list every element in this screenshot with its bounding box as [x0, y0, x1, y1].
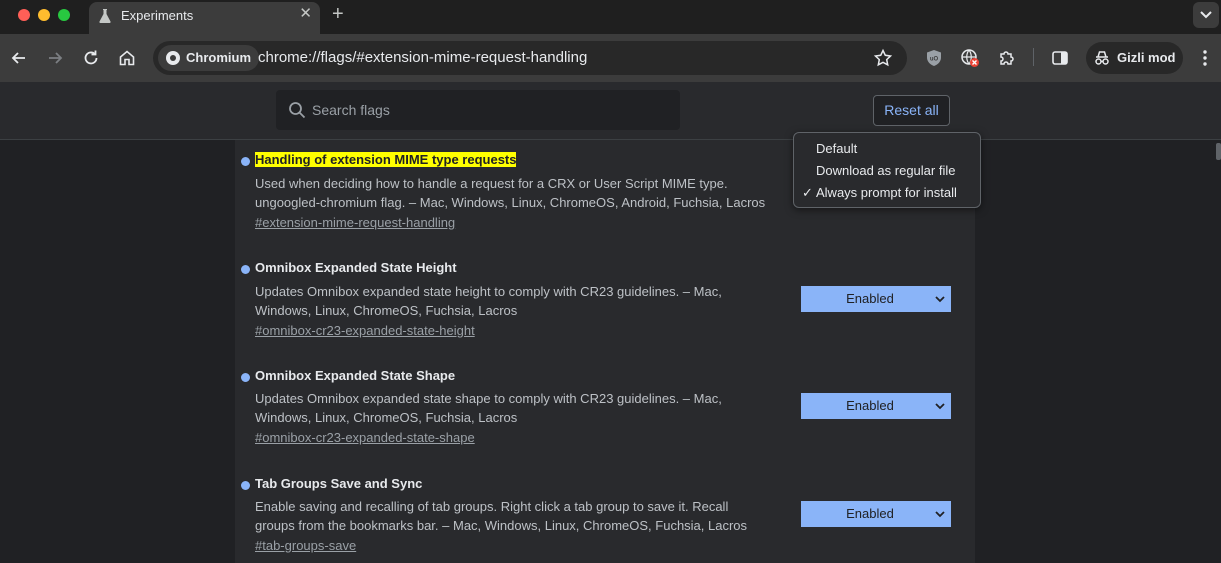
experiment-link[interactable]: #tab-groups-save	[255, 538, 356, 553]
svg-text:uO: uO	[930, 57, 939, 63]
experiment-description-line: Enable saving and recalling of tab group…	[255, 499, 729, 514]
dropdown-option-default[interactable]: Default	[816, 141, 857, 156]
incognito-label: Gizli mod	[1117, 50, 1176, 65]
dropdown-option-download[interactable]: Download as regular file	[816, 163, 955, 178]
experiment-link[interactable]: #omnibox-cr23-expanded-state-shape	[255, 430, 475, 445]
incognito-icon	[1095, 51, 1109, 65]
close-window-button[interactable]	[18, 9, 30, 21]
experiment-description: Updates Omnibox expanded state shape to …	[255, 389, 795, 427]
experiment-select[interactable]: Enabled	[801, 286, 951, 312]
reset-all-button[interactable]: Reset all	[873, 95, 950, 126]
experiment-description-line: ungoogled-chromium flag. – Mac, Windows,…	[255, 195, 766, 210]
flask-icon	[99, 9, 111, 23]
select-value: Enabled	[846, 506, 894, 521]
puzzle-icon[interactable]	[997, 48, 1017, 68]
unsupported-dot	[241, 481, 250, 490]
ublock-shield-icon[interactable]: uO	[924, 48, 944, 68]
unsupported-dot	[241, 373, 250, 382]
experiment-description: Used when deciding how to handle a reque…	[255, 174, 815, 212]
reload-icon[interactable]	[81, 48, 101, 68]
experiment-description: Updates Omnibox expanded state height to…	[255, 282, 795, 320]
home-icon[interactable]	[117, 48, 137, 68]
experiment-title: Omnibox Expanded State Shape	[255, 368, 456, 383]
toolbar-separator	[1033, 48, 1034, 66]
flags-header: Reset all	[0, 82, 1221, 140]
back-arrow-icon[interactable]	[9, 48, 29, 68]
experiment-title: Omnibox Expanded State Height	[255, 260, 457, 275]
minimize-window-button[interactable]	[38, 9, 50, 21]
experiment-description-line: Updates Omnibox expanded state height to…	[255, 284, 722, 299]
select-value: Enabled	[846, 398, 894, 413]
experiment-description-line: Windows, Linux, ChromeOS, Fuchsia, Lacro…	[255, 410, 518, 425]
checkmark-icon: ✓	[802, 185, 813, 200]
kebab-menu-icon[interactable]	[1198, 48, 1212, 68]
search-input[interactable]	[312, 90, 672, 130]
search-box	[276, 90, 680, 130]
tab-title: Experiments	[121, 8, 194, 23]
select-dropdown-popup: Default Download as regular file ✓ Alway…	[793, 132, 981, 208]
experiment-select[interactable]: Enabled	[801, 501, 951, 527]
experiment-select[interactable]: Enabled	[801, 393, 951, 419]
chevron-down-icon	[935, 296, 945, 303]
experiment-link[interactable]: #omnibox-cr23-expanded-state-height	[255, 323, 475, 338]
url-text[interactable]: chrome://flags/#extension-mime-request-h…	[258, 49, 587, 66]
omnibox[interactable]: Chromium chrome://flags/#extension-mime-…	[153, 41, 907, 75]
zoom-window-button[interactable]	[58, 9, 70, 21]
chevron-down-icon	[935, 403, 945, 410]
tab-search-button[interactable]	[1193, 2, 1219, 28]
dropdown-option-always-prompt[interactable]: Always prompt for install	[816, 185, 957, 200]
select-value: Enabled	[846, 291, 894, 306]
scrollbar-thumb[interactable]	[1216, 143, 1221, 160]
experiment-title: Tab Groups Save and Sync	[255, 476, 423, 491]
close-tab-button[interactable]: ✕	[299, 6, 312, 22]
experiment-title: Handling of extension MIME type requests	[255, 152, 517, 167]
experiment-description-line: groups from the bookmarks bar. – Mac, Wi…	[255, 518, 748, 533]
experiment-description-line: Used when deciding how to handle a reque…	[255, 176, 728, 191]
site-chip-label: Chromium	[186, 50, 251, 65]
experiment-link[interactable]: #extension-mime-request-handling	[255, 215, 455, 230]
tab-strip: Experiments ✕ +	[0, 0, 1221, 34]
experiment-description-line: Windows, Linux, ChromeOS, Fuchsia, Lacro…	[255, 303, 518, 318]
chevron-down-icon	[935, 511, 945, 518]
experiment-description-line: Updates Omnibox expanded state shape to …	[255, 391, 722, 406]
experiment-description: Enable saving and recalling of tab group…	[255, 497, 795, 535]
new-tab-button[interactable]: +	[332, 4, 344, 24]
side-panel-icon[interactable]	[1050, 48, 1070, 68]
forward-arrow-icon[interactable]	[45, 48, 65, 68]
search-icon	[289, 102, 306, 119]
star-icon[interactable]	[873, 48, 893, 68]
incognito-indicator[interactable]: Gizli mod	[1086, 42, 1183, 74]
site-info-chip[interactable]: Chromium	[158, 45, 259, 71]
tab-experiments[interactable]: Experiments ✕	[89, 2, 320, 34]
chevron-down-icon	[1200, 11, 1212, 19]
unsupported-dot	[241, 157, 250, 166]
unsupported-dot	[241, 265, 250, 274]
chromium-logo-icon	[166, 51, 180, 65]
blocked-globe-icon[interactable]	[960, 48, 980, 68]
